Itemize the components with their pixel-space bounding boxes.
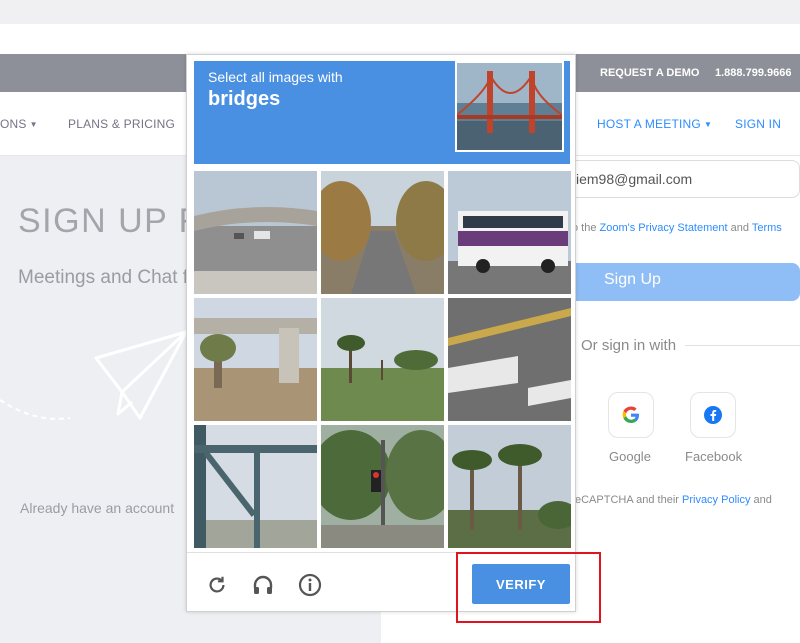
captcha-sample-image (455, 61, 564, 152)
already-have-account-text: Already have an account (20, 500, 175, 516)
google-icon (622, 406, 639, 423)
captcha-tile[interactable] (321, 425, 444, 548)
phone-link[interactable]: 1.888.799.9666 (715, 67, 791, 79)
nav-host-meeting[interactable]: HOST A MEETING ▼ (597, 117, 712, 131)
recaptcha-suffix: and (750, 494, 772, 506)
reload-icon[interactable] (204, 572, 230, 598)
captcha-image-grid (194, 171, 572, 548)
captcha-prompt: Select all images with (208, 69, 343, 85)
page-subtitle: Meetings and Chat f (18, 267, 189, 288)
facebook-icon (704, 406, 722, 424)
facebook-label: Facebook (685, 449, 743, 464)
nav-host-meeting-label: HOST A MEETING (597, 117, 701, 131)
terms-and: and (727, 222, 752, 234)
or-sign-in-with-text: Or sign in with (581, 337, 677, 354)
nav-plans-pricing[interactable]: PLANS & PRICING (68, 117, 175, 131)
request-demo-link[interactable]: REQUEST A DEMO (600, 67, 699, 79)
captcha-target: bridges (208, 88, 281, 110)
captcha-tile[interactable] (321, 171, 444, 294)
highlight-box (456, 552, 601, 623)
divider (685, 345, 800, 346)
captcha-tile[interactable] (194, 171, 317, 294)
info-icon[interactable] (297, 572, 323, 598)
recaptcha-notice: eCAPTCHA and their Privacy Policy and (575, 494, 772, 506)
captcha-tile[interactable] (194, 298, 317, 421)
email-field-value: iem98@gmail.com (576, 171, 693, 187)
captcha-tile[interactable] (448, 171, 571, 294)
privacy-statement-link[interactable]: Zoom's Privacy Statement (600, 222, 728, 234)
facebook-sign-in-button[interactable] (690, 392, 736, 438)
paper-plane-icon (0, 330, 188, 420)
terms-text: o the Zoom's Privacy Statement and Terms (572, 222, 782, 234)
terms-link[interactable]: Terms (752, 222, 782, 234)
google-sign-in-button[interactable] (608, 392, 654, 438)
chevron-down-icon: ▼ (29, 120, 38, 129)
page-title: SIGN UP F (18, 202, 201, 240)
chevron-down-icon: ▼ (703, 120, 713, 129)
captcha-tile[interactable] (321, 298, 444, 421)
headphones-icon[interactable] (250, 572, 276, 598)
nav-solutions[interactable]: ONS ▼ (0, 117, 38, 131)
terms-prefix: o the (572, 222, 600, 234)
nav-sign-in[interactable]: SIGN IN (735, 117, 781, 131)
captcha-tile[interactable] (448, 425, 571, 548)
browser-top-strip (0, 0, 800, 24)
captcha-tile[interactable] (194, 425, 317, 548)
captcha-tile[interactable] (448, 298, 571, 421)
recaptcha-prefix: eCAPTCHA and their (575, 494, 682, 506)
google-label: Google (609, 449, 651, 464)
sign-up-button[interactable] (556, 263, 800, 301)
nav-solutions-label: ONS (0, 117, 27, 131)
privacy-policy-link[interactable]: Privacy Policy (682, 494, 750, 506)
sign-up-label: Sign Up (604, 271, 661, 288)
